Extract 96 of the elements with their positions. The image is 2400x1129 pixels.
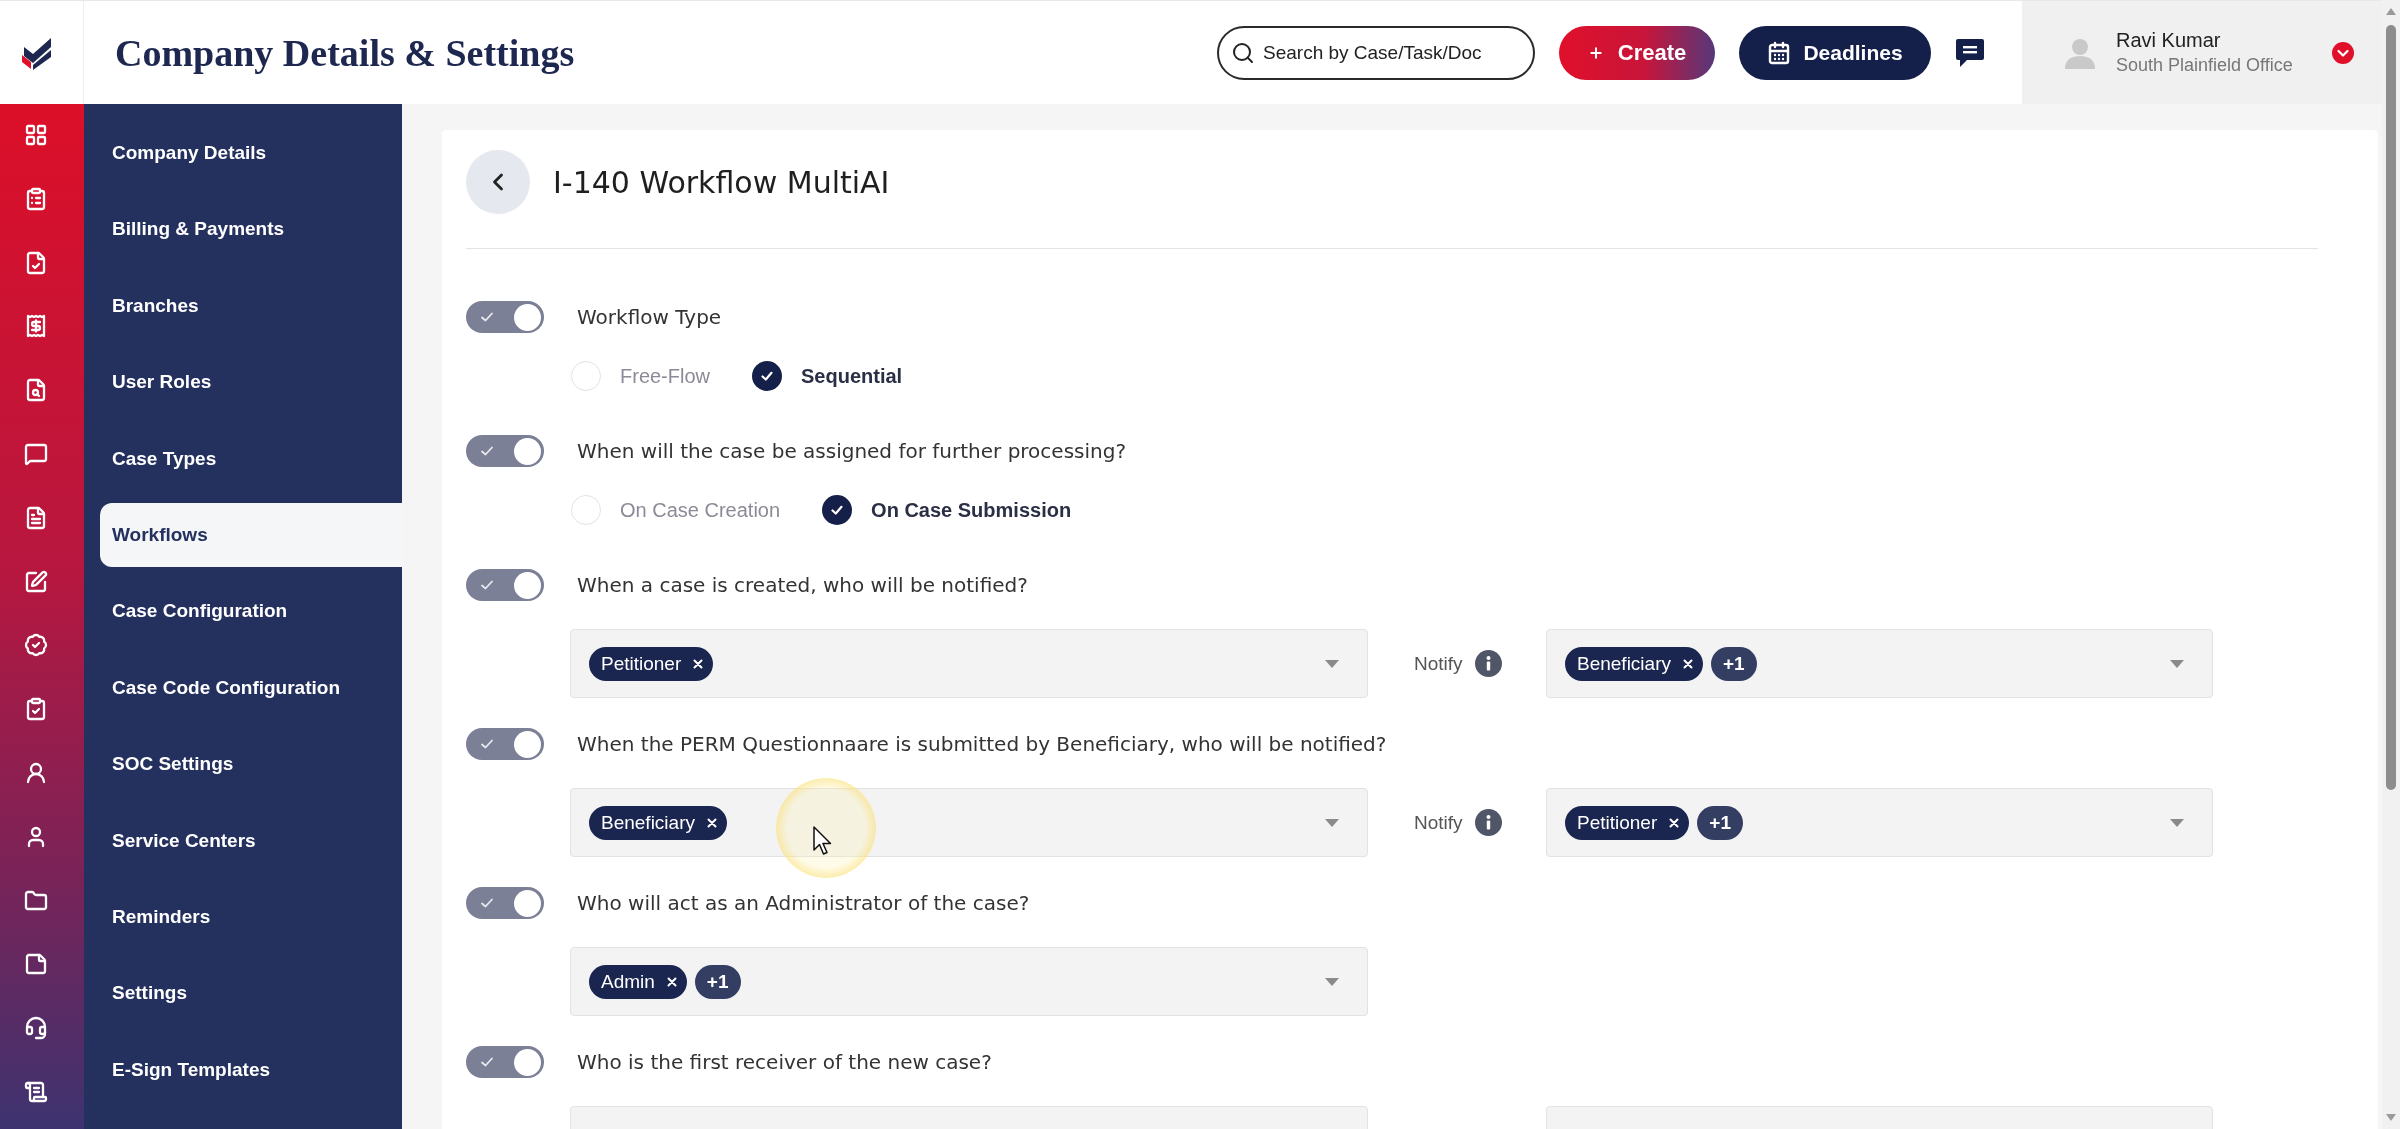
sidebar-item[interactable]: Company Details [100, 121, 402, 185]
check-icon [480, 579, 494, 591]
option-label[interactable]: On Case Submission [871, 498, 1072, 522]
sidebar-item[interactable]: Case Configuration [100, 579, 402, 644]
create-button[interactable]: Create [1559, 25, 1715, 80]
check-icon [480, 445, 494, 457]
note-icon[interactable] [24, 952, 48, 977]
chip-label: Petitioner [1577, 811, 1658, 834]
chip-label: Admin [601, 970, 655, 993]
calendar-icon [1767, 40, 1792, 65]
toggle-switch[interactable] [466, 435, 544, 467]
setting-question: Workflow Type [577, 305, 722, 329]
sidebar-item[interactable]: Billing & Payments [100, 197, 402, 262]
sidebar-item[interactable]: E-Sign Templates [100, 1037, 402, 1102]
option-label[interactable]: Sequential [801, 364, 903, 388]
sidebar-item[interactable]: Workflows [100, 502, 402, 567]
receipt-icon[interactable] [24, 314, 48, 339]
select-field[interactable]: Beneficiary [570, 788, 1368, 857]
dashboard-icon[interactable] [24, 123, 48, 147]
file-check-icon[interactable] [24, 250, 48, 275]
remove-icon[interactable] [707, 817, 717, 828]
toggle-switch[interactable] [466, 301, 544, 333]
info-icon[interactable] [1474, 650, 1502, 677]
user-office: South Plainfield Office [2116, 55, 2293, 76]
check-icon [480, 311, 494, 323]
search-icon [1231, 40, 1255, 65]
sidebar-item[interactable]: User Roles [100, 350, 402, 415]
radio-button[interactable] [752, 361, 782, 391]
check-icon [760, 369, 774, 383]
sidebar-item[interactable]: Case Code Configuration [100, 655, 402, 720]
notify-label: Notify [1414, 811, 1463, 834]
caret-icon[interactable] [1325, 977, 1339, 986]
select-field[interactable]: Petitioner [570, 629, 1368, 698]
notify-label: Notify [1414, 652, 1463, 675]
caret-icon[interactable] [2170, 818, 2184, 827]
dropdown-icon[interactable] [2332, 41, 2354, 64]
message-icon[interactable] [24, 442, 48, 466]
radio-button[interactable] [822, 495, 853, 525]
toggle-switch[interactable] [466, 1046, 544, 1078]
setting-question: When will the case be assigned for further processing? [577, 439, 1127, 463]
select-field[interactable]: Beneficiary +1 [1546, 629, 2213, 698]
sidebar-item[interactable]: Case Types [100, 426, 402, 491]
setting-question: When the PERM Questionnaare is submitted by Beneficiary, who will be notified? [577, 732, 1387, 756]
file-search-icon[interactable] [24, 378, 48, 403]
scrollbar-thumb[interactable] [2386, 25, 2396, 790]
caret-icon[interactable] [1325, 818, 1339, 827]
caret-icon[interactable] [2170, 659, 2184, 668]
toggle-switch[interactable] [466, 887, 544, 919]
scroll-icon[interactable] [24, 1079, 48, 1104]
edit-icon[interactable] [24, 569, 48, 594]
remove-icon[interactable] [693, 658, 704, 669]
remove-icon[interactable] [666, 976, 677, 987]
user-icon[interactable] [24, 760, 48, 785]
check-icon [830, 503, 845, 517]
chip-label: Petitioner [601, 652, 682, 675]
select-field[interactable]: Petitioner +1 [1546, 788, 2213, 857]
sidebar-item[interactable]: Branches [100, 273, 402, 338]
plus-icon [1587, 44, 1604, 61]
check-icon [480, 897, 494, 909]
logo-icon[interactable] [20, 35, 54, 70]
folder-icon[interactable] [24, 888, 48, 913]
info-icon[interactable] [1474, 809, 1502, 836]
caret-icon[interactable] [1325, 659, 1339, 668]
radio-button[interactable] [571, 495, 601, 525]
sidebar-item[interactable]: Service Centers [100, 808, 402, 873]
more-count-badge: +1 [1697, 805, 1743, 840]
headset-icon[interactable] [24, 1016, 48, 1041]
deadlines-button[interactable]: Deadlines [1739, 25, 1931, 80]
chat-icon[interactable] [1955, 36, 1985, 69]
badge-check-icon[interactable] [24, 633, 48, 658]
toggle-switch[interactable] [466, 728, 544, 760]
remove-icon[interactable] [1669, 817, 1680, 828]
app-header-title: Company Details & Settings [114, 30, 575, 75]
check-icon [480, 1056, 494, 1068]
setting-question: When a case is created, who will be notified? [577, 573, 1028, 597]
user-name: Ravi Kumar [2116, 29, 2222, 52]
clipboard-icon[interactable] [24, 186, 48, 211]
radio-button[interactable] [571, 361, 601, 391]
clipboard-check-icon[interactable] [24, 697, 48, 722]
remove-icon[interactable] [1683, 658, 1693, 669]
setting-question: Who will act as an Administrator of the case? [577, 891, 1030, 915]
more-count-badge: +1 [694, 964, 741, 999]
check-icon [480, 738, 494, 750]
more-count-badge: +1 [1711, 646, 1757, 681]
sidebar-item[interactable]: Reminders [100, 884, 402, 949]
toggle-switch[interactable] [466, 569, 544, 601]
mouse-pointer-icon [813, 826, 833, 856]
document-icon[interactable] [24, 505, 48, 530]
select-field[interactable]: Admin +1 [570, 947, 1368, 1016]
search-field[interactable]: Search by Case/Task/Doc [1217, 25, 1535, 80]
chip-label: Beneficiary [601, 811, 695, 834]
chip-label: Beneficiary [1577, 652, 1671, 675]
sidebar-item[interactable]: SOC Settings [100, 732, 402, 797]
sidebar-item[interactable]: Settings [100, 961, 402, 1026]
setting-question: Who is the first receiver of the new case? [577, 1050, 992, 1074]
page-title: I-140 Workflow MultiAI [553, 164, 890, 200]
